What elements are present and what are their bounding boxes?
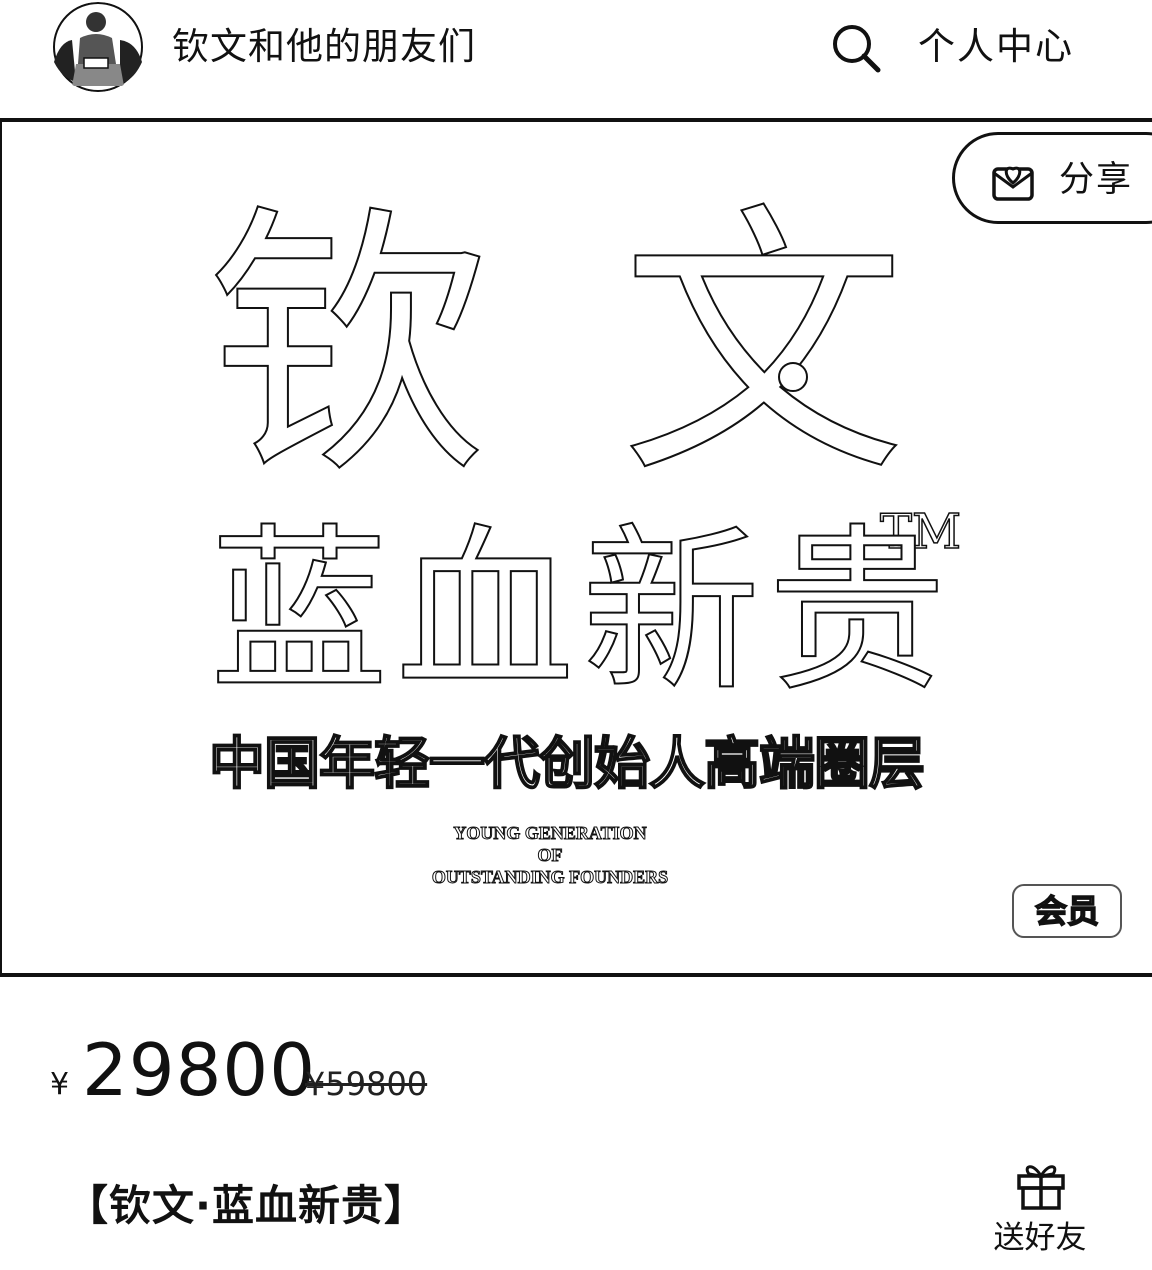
brand-dot xyxy=(778,362,808,392)
brand-slogan-chinese: 中国年轻一代创始人高端圈层 xyxy=(208,731,926,798)
slogan-en-line: YOUNG GENERATION xyxy=(453,823,647,844)
product-title: 【钦文·蓝血新贵】 xyxy=(66,1181,427,1230)
gift-label: 送好友 xyxy=(993,1220,1087,1256)
currency-symbol: ¥ xyxy=(50,1067,70,1102)
shop-avatar[interactable] xyxy=(50,2,146,92)
original-price: ¥59800 xyxy=(305,1065,428,1103)
slogan-en-line: OF xyxy=(537,845,563,866)
personal-center-link[interactable]: 个人中心 xyxy=(918,22,1074,72)
header: 钦文和他的朋友们 个人中心 xyxy=(0,0,1152,118)
person-reading-avatar xyxy=(53,2,143,92)
brand-title-line2: 蓝血新贵 xyxy=(209,508,954,715)
gift-icon xyxy=(1017,1165,1065,1210)
share-icon xyxy=(992,166,1034,201)
slogan-en-line: OUTSTANDING FOUNDERS xyxy=(431,867,669,888)
send-to-friend-button[interactable]: 送好友 xyxy=(985,1156,1095,1262)
member-badge: 会员 xyxy=(1012,884,1122,938)
brand-title-line1: 钦 文 xyxy=(206,180,926,511)
search-icon[interactable] xyxy=(830,22,882,74)
share-label: 分享 xyxy=(1059,160,1134,200)
share-button[interactable]: 分享 xyxy=(952,132,1152,224)
current-price: 29800 xyxy=(82,1028,317,1112)
product-banner: 分享 钦 文 TM 蓝血新贵 中国年轻一代创始人高端圈层 YOUNG GENER… xyxy=(0,118,1152,977)
shop-name: 钦文和他的朋友们 xyxy=(172,25,476,68)
brand-slogan-english: YOUNG GENERATION OF OUTSTANDING FOUNDERS xyxy=(422,822,678,888)
